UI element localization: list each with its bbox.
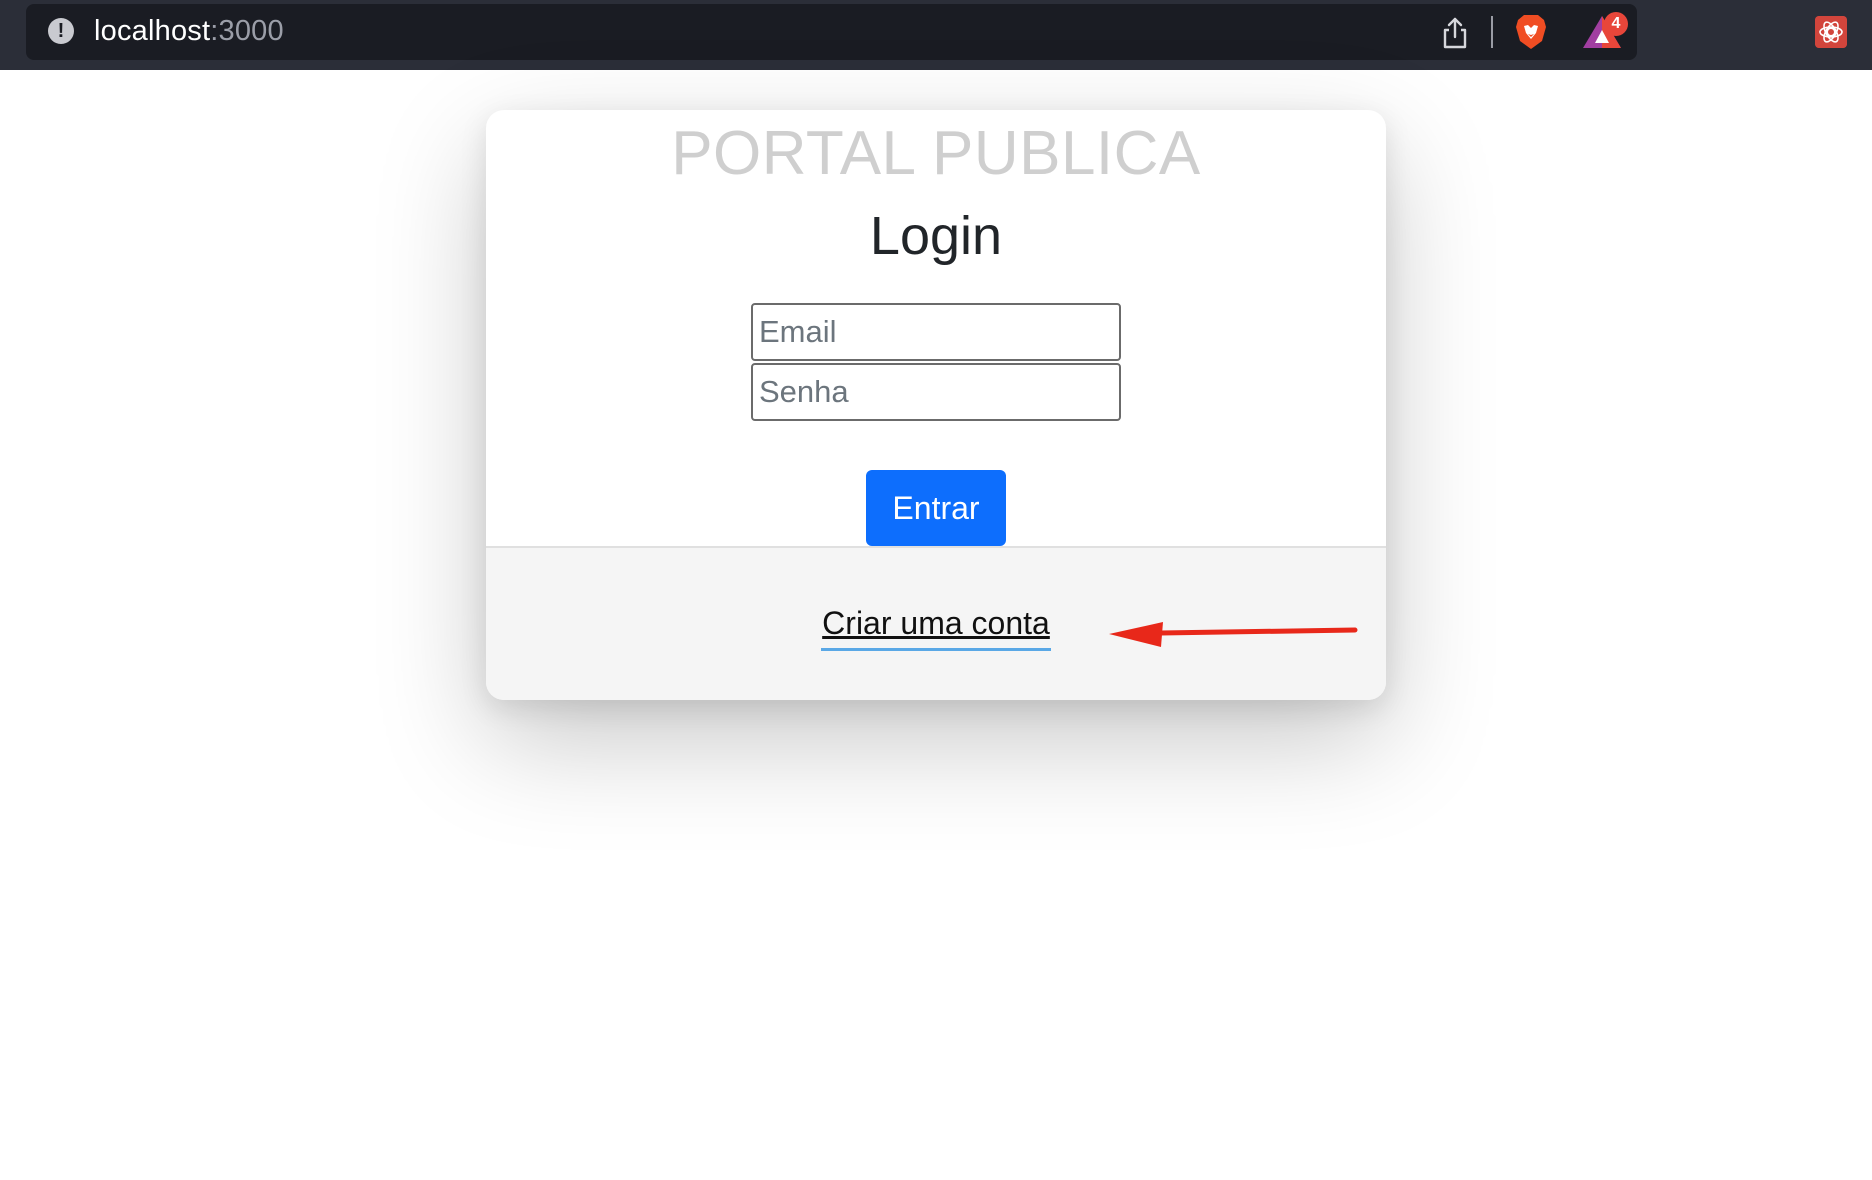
brave-shield-icon[interactable] [1513,13,1549,51]
url-host: localhost [94,15,211,47]
share-icon[interactable] [1440,16,1470,50]
submit-button[interactable]: Entrar [866,470,1006,546]
browser-toolbar: ! localhost:3000 4 [0,0,1872,70]
extension-icon[interactable] [1815,16,1847,48]
login-heading: Login [869,206,1003,266]
rewards-badge: 4 [1604,12,1628,36]
email-input[interactable] [751,303,1121,361]
site-info-icon[interactable]: ! [48,18,74,44]
url-text[interactable]: localhost:3000 [94,14,284,48]
annotation-arrow-icon [1109,622,1358,647]
url-port: :3000 [210,15,284,47]
toolbar-divider [1491,16,1493,48]
link-focus-underline [821,648,1051,651]
brand-title: PORTAL PUBLICA [671,119,1201,188]
login-card: PORTAL PUBLICA Login Entrar Criar uma co… [486,110,1386,700]
password-input[interactable] [751,363,1121,421]
